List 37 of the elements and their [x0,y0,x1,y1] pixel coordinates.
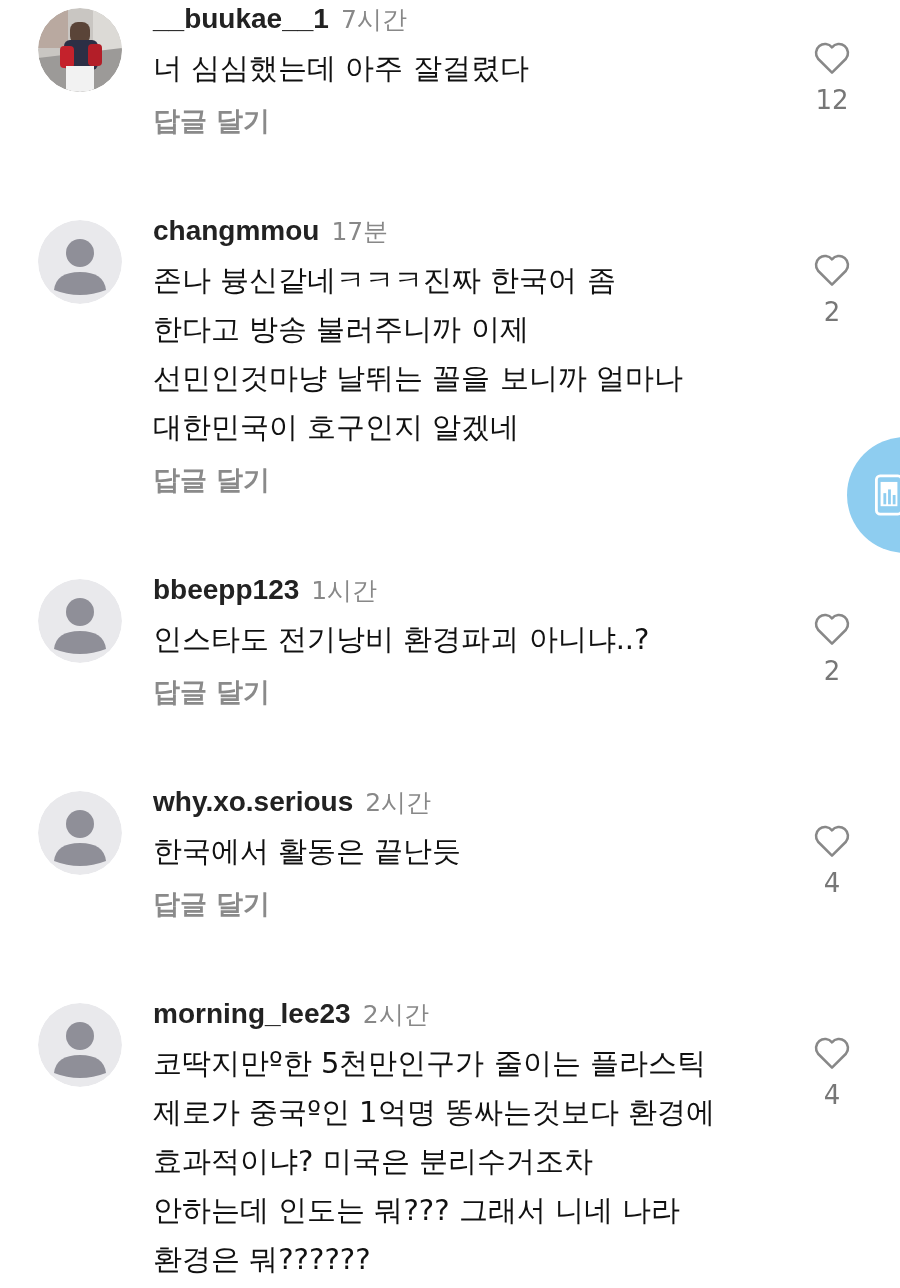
heart-icon[interactable] [813,823,851,858]
comment-text: 인스타도 전기낭비 환경파괴 아니냐..? [153,621,650,658]
heart-icon[interactable] [813,252,851,287]
comment-text: 선민인것마냥 날뛰는 꼴을 보니까 얼마나 [153,360,683,397]
comment-text: 존나 븅신같네ㅋㅋㅋ진짜 한국어 좀 [153,262,616,299]
timestamp: 7시간 [340,4,407,36]
comment-text: 효과적이냐? 미국은 분리수거조차 [153,1143,593,1180]
comment-text: 대한민국이 호구인지 알겠네 [153,409,520,446]
comment-text: 코딱지만º한 5천만인구가 줄이는 플라스틱 [153,1045,706,1082]
avatar-icon [38,579,122,663]
heart-icon[interactable] [813,1035,851,1070]
heart-icon[interactable] [813,40,851,75]
heart-icon[interactable] [813,611,851,646]
username[interactable]: changmmou [153,206,320,256]
like-count: 4 [823,1080,841,1110]
like-count: 2 [823,656,841,686]
avatar-icon [38,791,122,875]
avatar-icon [38,220,122,304]
timestamp: 2시간 [365,787,432,819]
comment-text: 환경은 뭐?????? [153,1241,371,1278]
timestamp: 17분 [331,216,389,248]
comment-text: 제로가 중국º인 1억명 똥싸는것보다 환경에 [153,1094,715,1131]
timestamp: 1시간 [311,575,378,607]
phone-chart-icon [875,473,900,517]
comment-text: 너 심심했는데 아주 잘걸렸다 [153,50,529,87]
timestamp: 2시간 [362,999,429,1031]
comment-text: 한국에서 활동은 끝난듯 [153,833,462,870]
username[interactable]: morning_lee23 [153,989,351,1039]
username[interactable]: bbeepp123 [153,565,300,615]
like-count: 4 [823,868,841,898]
avatar-icon [38,1003,122,1087]
comment-text: 한다고 방송 불러주니까 이제 [153,311,529,348]
username[interactable]: why.xo.serious [153,777,354,827]
like-count: 12 [815,85,849,115]
username[interactable]: __buukae__1 [153,0,329,44]
comment-text: 안하는데 인도는 뭐??? 그래서 니네 나라 [153,1192,681,1229]
like-count: 2 [823,297,841,327]
